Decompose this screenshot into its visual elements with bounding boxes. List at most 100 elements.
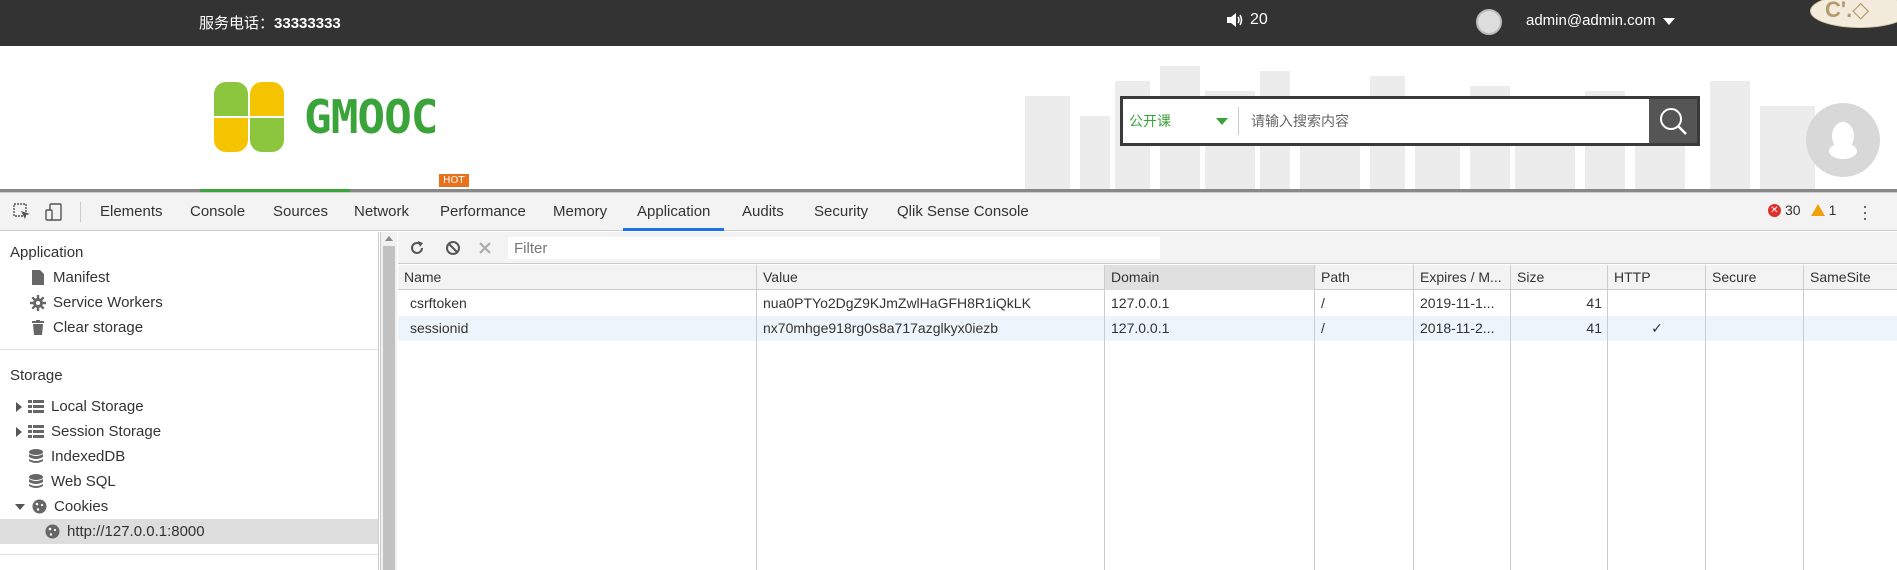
more-options-icon[interactable]: · · · xyxy=(1862,197,1868,227)
site-topbar: 服务电话：33333333 20 admin@admin.com C'.◇ xyxy=(0,0,1897,46)
scroll-up-icon[interactable] xyxy=(385,236,393,241)
column-divider xyxy=(1607,290,1608,570)
search-button[interactable] xyxy=(1649,99,1697,143)
search-icon xyxy=(1660,108,1687,135)
tabbar-divider xyxy=(80,202,81,222)
sidebar-item-label: http://127.0.0.1:8000 xyxy=(67,523,205,540)
console-status[interactable]: ✕ 30 1 xyxy=(1768,202,1836,218)
sidebar-item-clear-storage[interactable]: Clear storage xyxy=(0,315,378,340)
user-menu[interactable]: admin@admin.com xyxy=(1526,12,1676,29)
sidebar-scrollbar[interactable] xyxy=(380,232,397,570)
table-row[interactable]: csrftoken nua0PTYo2DgZ9KJmZwlHaGFH8R1iQk… xyxy=(398,291,1897,316)
sidebar-item-indexeddb[interactable]: IndexedDB xyxy=(0,444,378,469)
tab-network[interactable]: Network xyxy=(354,193,409,231)
sidebar-item-label: Cookies xyxy=(54,498,109,515)
tab-audits[interactable]: Audits xyxy=(742,193,784,231)
cell-secure xyxy=(1706,291,1804,316)
expand-arrow-icon[interactable] xyxy=(16,401,22,412)
phone-label: 服务电话： xyxy=(199,15,275,32)
error-icon: ✕ xyxy=(1768,203,1781,217)
logo-wordmark: GMOOC xyxy=(304,90,438,144)
clear-all-button[interactable] xyxy=(443,238,463,258)
tab-elements[interactable]: Elements xyxy=(100,193,163,231)
user-avatar[interactable] xyxy=(1476,9,1502,35)
cell-http: ✓ xyxy=(1651,320,1663,336)
tab-performance[interactable]: Performance xyxy=(440,193,526,231)
user-email: admin@admin.com xyxy=(1526,12,1656,29)
tab-console[interactable]: Console xyxy=(190,193,245,231)
cookie-icon xyxy=(44,524,60,540)
sidebar-item-manifest[interactable]: Manifest xyxy=(0,265,378,290)
column-header-secure[interactable]: Secure xyxy=(1706,265,1804,290)
close-icon xyxy=(479,242,491,254)
cell-size: 41 xyxy=(1586,295,1602,311)
floating-badge[interactable]: C'.◇ xyxy=(1810,0,1897,28)
database-icon xyxy=(28,449,44,465)
column-header-size[interactable]: Size xyxy=(1511,265,1608,290)
site-logo[interactable]: GMOOC xyxy=(212,80,438,154)
penguin-icon xyxy=(1829,122,1857,159)
sidebar-item-local-storage[interactable]: Local Storage xyxy=(0,394,378,419)
search-category-select[interactable]: 公开课 xyxy=(1123,99,1238,143)
qq-contact-button[interactable] xyxy=(1806,103,1880,177)
column-header-domain[interactable]: Domain xyxy=(1105,265,1315,290)
collapse-arrow-icon[interactable] xyxy=(15,503,25,510)
expand-arrow-icon[interactable] xyxy=(16,426,22,437)
tab-security[interactable]: Security xyxy=(814,193,868,231)
sidebar-divider xyxy=(0,554,378,555)
cell-secure xyxy=(1706,316,1804,341)
cell-expires: 2019-11-1... xyxy=(1420,295,1495,311)
notice-counter[interactable]: 20 xyxy=(1226,11,1268,29)
filter-input[interactable] xyxy=(508,237,1160,259)
error-count: 30 xyxy=(1785,202,1801,218)
cell-value: nx70mhge918rg0s8a717azglkyx0iezb xyxy=(763,320,999,336)
cookies-toolbar xyxy=(398,232,1897,264)
hot-badge: HOT xyxy=(439,174,469,187)
delete-selected-button[interactable] xyxy=(475,238,495,258)
sidebar-item-label: Session Storage xyxy=(51,423,162,440)
chevron-down-icon xyxy=(1216,117,1228,125)
trash-icon xyxy=(30,320,46,336)
column-header-samesite[interactable]: SameSite xyxy=(1804,265,1897,290)
sidebar-item-web-sql[interactable]: Web SQL xyxy=(0,469,378,494)
warning-count: 1 xyxy=(1828,202,1837,218)
column-divider xyxy=(756,290,757,570)
cookie-icon xyxy=(31,499,47,515)
tab-memory[interactable]: Memory xyxy=(553,193,607,231)
site-header: GMOOC 公开课 HOT xyxy=(0,46,1897,192)
tab-application[interactable]: Application xyxy=(623,193,725,231)
devtools-tabbar: Elements Console Sources Network Performance… xyxy=(0,193,1897,231)
tab-sources[interactable]: Sources xyxy=(273,193,328,231)
sidebar-item-label: Local Storage xyxy=(51,398,144,415)
speaker-icon xyxy=(1227,13,1243,27)
cookies-table: Name Value Domain Path Expires / M... Si… xyxy=(398,265,1897,570)
sidebar-heading-application: Application xyxy=(10,244,84,261)
sidebar-item-service-workers[interactable]: Service Workers xyxy=(0,290,378,315)
cell-name: sessionid xyxy=(410,320,469,336)
column-divider xyxy=(1705,290,1706,570)
table-header: Name Value Domain Path Expires / M... Si… xyxy=(398,265,1897,290)
column-header-path[interactable]: Path xyxy=(1315,265,1414,290)
search-input[interactable] xyxy=(1239,99,1649,143)
clover-logo-icon xyxy=(214,82,284,152)
block-icon xyxy=(446,241,460,255)
table-row[interactable]: sessionid nx70mhge918rg0s8a717azglkyx0ie… xyxy=(398,316,1897,341)
inspect-element-icon[interactable] xyxy=(12,202,32,222)
column-divider xyxy=(1314,290,1315,570)
refresh-button[interactable] xyxy=(407,238,427,258)
cell-samesite xyxy=(1804,291,1897,316)
sidebar-divider xyxy=(0,349,378,350)
device-toolbar-icon[interactable] xyxy=(44,202,64,222)
tab-qlik-sense-console[interactable]: Qlik Sense Console xyxy=(897,193,1029,231)
column-header-expires[interactable]: Expires / M... xyxy=(1414,265,1511,290)
column-header-value[interactable]: Value xyxy=(757,265,1105,290)
sidebar-item-session-storage[interactable]: Session Storage xyxy=(0,419,378,444)
sidebar-item-cookies[interactable]: Cookies xyxy=(0,494,378,519)
column-header-http[interactable]: HTTP xyxy=(1608,265,1706,290)
grid-icon xyxy=(28,399,44,415)
scrollbar-thumb[interactable] xyxy=(383,246,395,570)
column-divider xyxy=(1803,290,1804,570)
column-header-name[interactable]: Name xyxy=(398,265,757,290)
sidebar-item-cookie-origin[interactable]: http://127.0.0.1:8000 xyxy=(0,519,378,544)
sidebar-item-label: Clear storage xyxy=(53,319,144,336)
